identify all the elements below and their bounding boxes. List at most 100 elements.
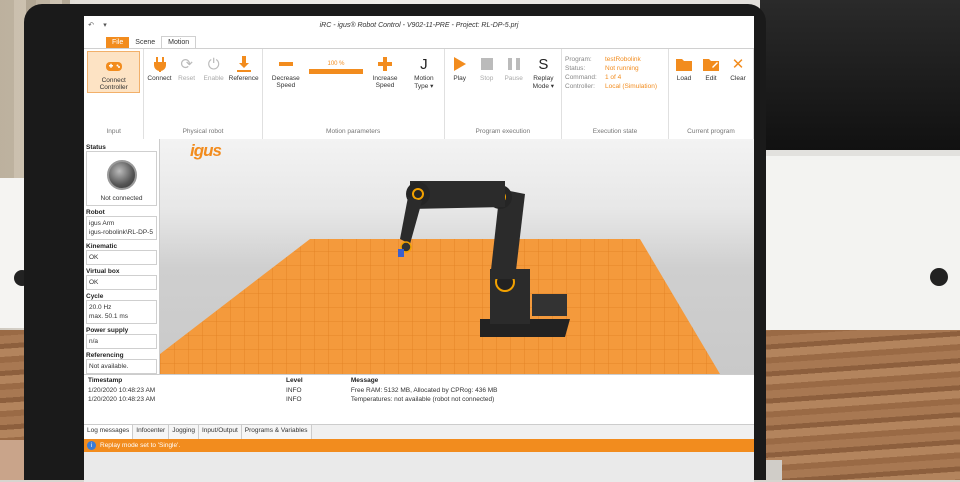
cycle-box: 20.0 Hz max. 50.1 ms — [86, 300, 157, 324]
power-supply-head: Power supply — [86, 327, 129, 334]
motion-type-button[interactable]: J Motion Type ▾ — [407, 51, 441, 91]
increase-speed-label: Increase Speed — [372, 75, 398, 89]
speed-value: 100 % — [327, 61, 345, 67]
clear-label: Clear — [730, 75, 746, 82]
tab-file[interactable]: File — [106, 37, 130, 48]
enable-button[interactable]: ⏻ Enable — [202, 51, 226, 83]
tab-input-output[interactable]: Input/Output — [198, 425, 242, 439]
log-message: Temperatures: not available (robot not c… — [350, 396, 495, 403]
connect-button[interactable]: Connect — [147, 51, 172, 82]
load-label: Load — [676, 75, 692, 82]
robot-box: igus Arm igus-robolink\RL-DP-5 — [86, 216, 157, 240]
log-level: INFO — [286, 387, 302, 394]
motion-type-label: Motion Type ▾ — [414, 75, 434, 90]
plus-icon — [376, 55, 394, 73]
clear-button[interactable]: ✕ Clear — [726, 51, 750, 82]
plug-icon — [151, 55, 169, 73]
exec-key-command: Command: — [565, 74, 597, 81]
group-label-input: Input — [106, 128, 121, 135]
group-motion-parameters: Decrease Speed 100 % Increase Speed J Mo… — [263, 49, 445, 139]
robot-line-1: igus Arm — [89, 220, 115, 227]
referencing-value: Not available. — [89, 363, 129, 370]
group-label-physical-robot: Physical robot — [182, 128, 224, 135]
speed-slider[interactable]: 100 % — [309, 61, 364, 74]
cycle-rate: 20.0 Hz — [89, 304, 112, 311]
table-row[interactable]: 1/20/2020 10:48:23 AM INFO Temperatures:… — [84, 395, 754, 404]
replay-mode-button[interactable]: S Replay Mode ▾ — [529, 51, 558, 91]
group-current-program: Load Edit ✕ Clear Current program — [669, 49, 754, 139]
stop-label: Stop — [479, 75, 494, 82]
ribbon: Connect Controller Input Connect ⟳ Reset… — [84, 49, 754, 140]
status-panel: Status Not connected Robot igus Arm igus… — [84, 139, 160, 374]
power-supply-box: n/a — [86, 334, 157, 349]
play-icon — [451, 55, 469, 73]
exec-value-controller: Local (Simulation) — [605, 83, 658, 90]
cycle-max: max. 50.1 ms — [89, 313, 129, 320]
kinematic-value: OK — [89, 254, 99, 261]
reference-arrow-icon — [235, 55, 253, 73]
floor-grid — [160, 239, 720, 374]
log-col-timestamp[interactable]: Timestamp — [84, 375, 282, 386]
laptop-bezel: ↶ ▾ iRC - igus® Robot Control - V902-11-… — [24, 4, 766, 482]
group-label-program-execution: Program execution — [475, 128, 531, 135]
reference-button[interactable]: Reference — [229, 51, 259, 82]
pause-button[interactable]: Pause — [502, 51, 526, 82]
tab-programs-variables[interactable]: Programs & Variables — [241, 425, 312, 439]
decrease-speed-button[interactable]: Decrease Speed — [266, 51, 306, 89]
play-label: Play — [453, 75, 466, 82]
connection-status-text: Not connected — [100, 195, 143, 202]
load-button[interactable]: Load — [672, 51, 696, 82]
robot-motor — [532, 294, 567, 316]
log-col-level[interactable]: Level — [282, 375, 347, 386]
connect-controller-button[interactable]: Connect Controller — [87, 51, 141, 93]
decrease-speed-label: Decrease Speed — [271, 75, 300, 89]
enable-label: Enable — [203, 75, 224, 82]
increase-speed-button[interactable]: Increase Speed — [366, 51, 404, 89]
reset-label: Reset — [178, 75, 196, 82]
background-cabinet — [752, 150, 960, 346]
replay-mode-label: Replay Mode ▾ — [532, 75, 554, 90]
referencing-box: Not available. — [86, 359, 157, 374]
tab-infocenter[interactable]: Infocenter — [133, 425, 170, 439]
stop-button[interactable]: Stop — [475, 51, 499, 82]
table-row[interactable]: 1/20/2020 10:48:23 AM INFO Free RAM: 513… — [84, 386, 754, 395]
minus-icon — [277, 55, 295, 73]
main-area: Status Not connected Robot igus Arm igus… — [84, 139, 754, 374]
edit-button[interactable]: Edit — [699, 51, 723, 82]
group-program-execution: Play Stop Pause S Replay Mode ▾ Program … — [445, 49, 562, 139]
group-physical-robot: Connect ⟳ Reset ⏻ Enable Reference Physi… — [144, 49, 263, 139]
virtual-box-value: OK — [89, 279, 99, 286]
status-connection-box: Not connected — [86, 151, 157, 206]
virtual-box-box: OK — [86, 275, 157, 290]
screen-bottom — [84, 452, 754, 482]
play-button[interactable]: Play — [448, 51, 472, 82]
app-window: ↶ ▾ iRC - igus® Robot Control - V902-11-… — [84, 16, 754, 482]
exec-key-controller: Controller: — [565, 83, 595, 90]
robot-tool — [398, 249, 404, 257]
log-table: Timestamp Level Message 1/20/2020 10:48:… — [84, 375, 754, 404]
kinematic-head: Kinematic — [86, 243, 118, 250]
tab-log-messages[interactable]: Log messages — [84, 425, 134, 439]
connect-controller-label: Connect Controller — [99, 77, 128, 91]
log-timestamp: 1/20/2020 10:48:23 AM — [88, 387, 156, 394]
exec-value-status: Not running — [605, 65, 639, 72]
tab-motion[interactable]: Motion — [161, 36, 197, 48]
stop-icon — [478, 55, 496, 73]
edit-label: Edit — [705, 75, 717, 82]
tab-jogging[interactable]: Jogging — [169, 425, 199, 439]
log-col-message[interactable]: Message — [347, 375, 754, 386]
robot-head: Robot — [86, 209, 105, 216]
robot-wrist-link — [400, 197, 422, 244]
tab-scene[interactable]: Scene — [129, 37, 161, 48]
exec-value-program: testRobolink — [605, 56, 641, 63]
power-supply-value: n/a — [89, 338, 99, 345]
execution-state-grid: Program: testRobolink Status: Not runnin… — [565, 51, 665, 91]
3d-viewport[interactable]: igus — [160, 139, 754, 374]
reset-button[interactable]: ⟳ Reset — [175, 51, 199, 82]
robot-line-2: igus-robolink\RL-DP-5 — [89, 229, 153, 236]
replay-mode-glyph: S — [538, 55, 549, 73]
log-header-row: Timestamp Level Message — [84, 375, 754, 386]
referencing-head: Referencing — [86, 352, 124, 359]
group-label-motion-parameters: Motion parameters — [326, 128, 381, 135]
bottom-tabs: Log messages Infocenter Jogging Input/Ou… — [84, 424, 754, 439]
